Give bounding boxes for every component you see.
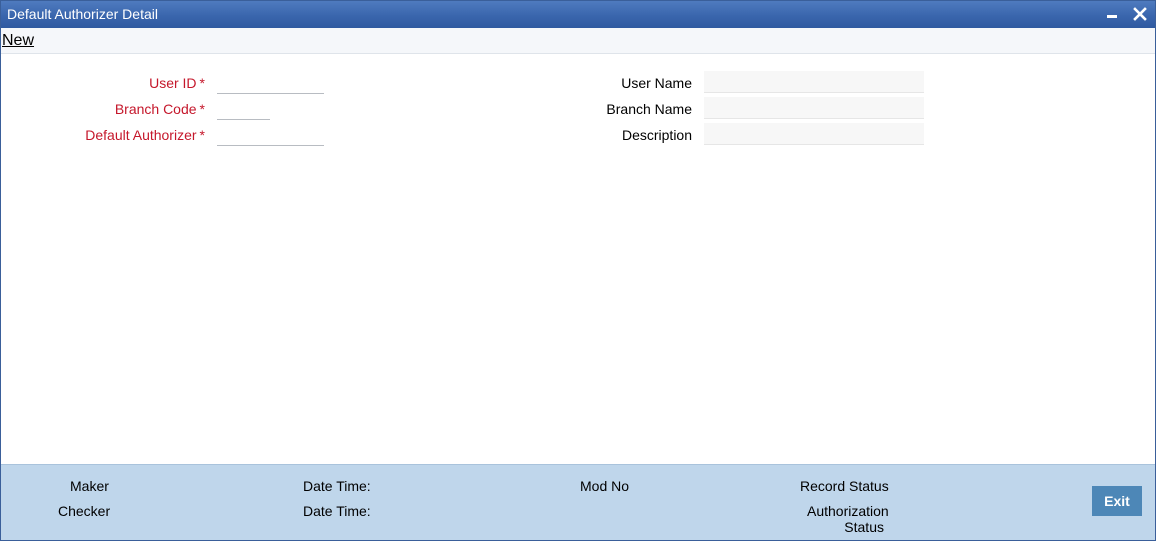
default-authorizer-window: Default Authorizer Detail New User ID * B…	[0, 0, 1156, 541]
branch-name-field[interactable]	[704, 97, 924, 119]
record-status-label: Record Status	[800, 478, 889, 494]
minimize-icon[interactable]	[1102, 4, 1122, 24]
window-title: Default Authorizer Detail	[7, 6, 158, 22]
authorization-status-label-line2: Status	[844, 519, 884, 535]
default-authorizer-input[interactable]	[217, 124, 324, 146]
authorization-status-label-line1: Authorization	[807, 503, 889, 519]
audit-footer: Maker Checker Date Time: Date Time: Mod …	[1, 464, 1155, 540]
new-menu-item[interactable]: New	[2, 32, 34, 50]
required-marker: *	[199, 75, 205, 91]
user-id-label-text: User ID	[149, 75, 197, 91]
branch-code-label: Branch Code *	[61, 101, 205, 117]
user-id-input[interactable]	[217, 72, 324, 94]
close-icon[interactable]	[1130, 4, 1150, 24]
default-authorizer-label: Default Authorizer *	[41, 127, 205, 143]
checker-date-time-label: Date Time:	[303, 503, 371, 519]
maker-date-time-label: Date Time:	[303, 478, 371, 494]
title-bar: Default Authorizer Detail	[1, 1, 1155, 28]
user-name-field[interactable]	[704, 71, 924, 93]
branch-code-label-text: Branch Code	[114, 101, 197, 117]
user-name-label: User Name	[621, 75, 692, 91]
required-marker: *	[199, 101, 205, 117]
branch-code-input[interactable]	[217, 98, 270, 120]
user-id-label: User ID *	[61, 75, 205, 91]
required-marker: *	[199, 127, 205, 143]
checker-label: Checker	[58, 503, 111, 519]
description-label: Description	[621, 127, 692, 143]
exit-button[interactable]: Exit	[1092, 486, 1142, 516]
mod-no-label: Mod No	[580, 478, 630, 494]
menu-bar: New	[1, 28, 1155, 54]
description-field[interactable]	[704, 123, 924, 145]
default-authorizer-label-text: Default Authorizer	[85, 127, 197, 143]
branch-name-label: Branch Name	[606, 101, 692, 117]
maker-label: Maker	[70, 478, 109, 494]
